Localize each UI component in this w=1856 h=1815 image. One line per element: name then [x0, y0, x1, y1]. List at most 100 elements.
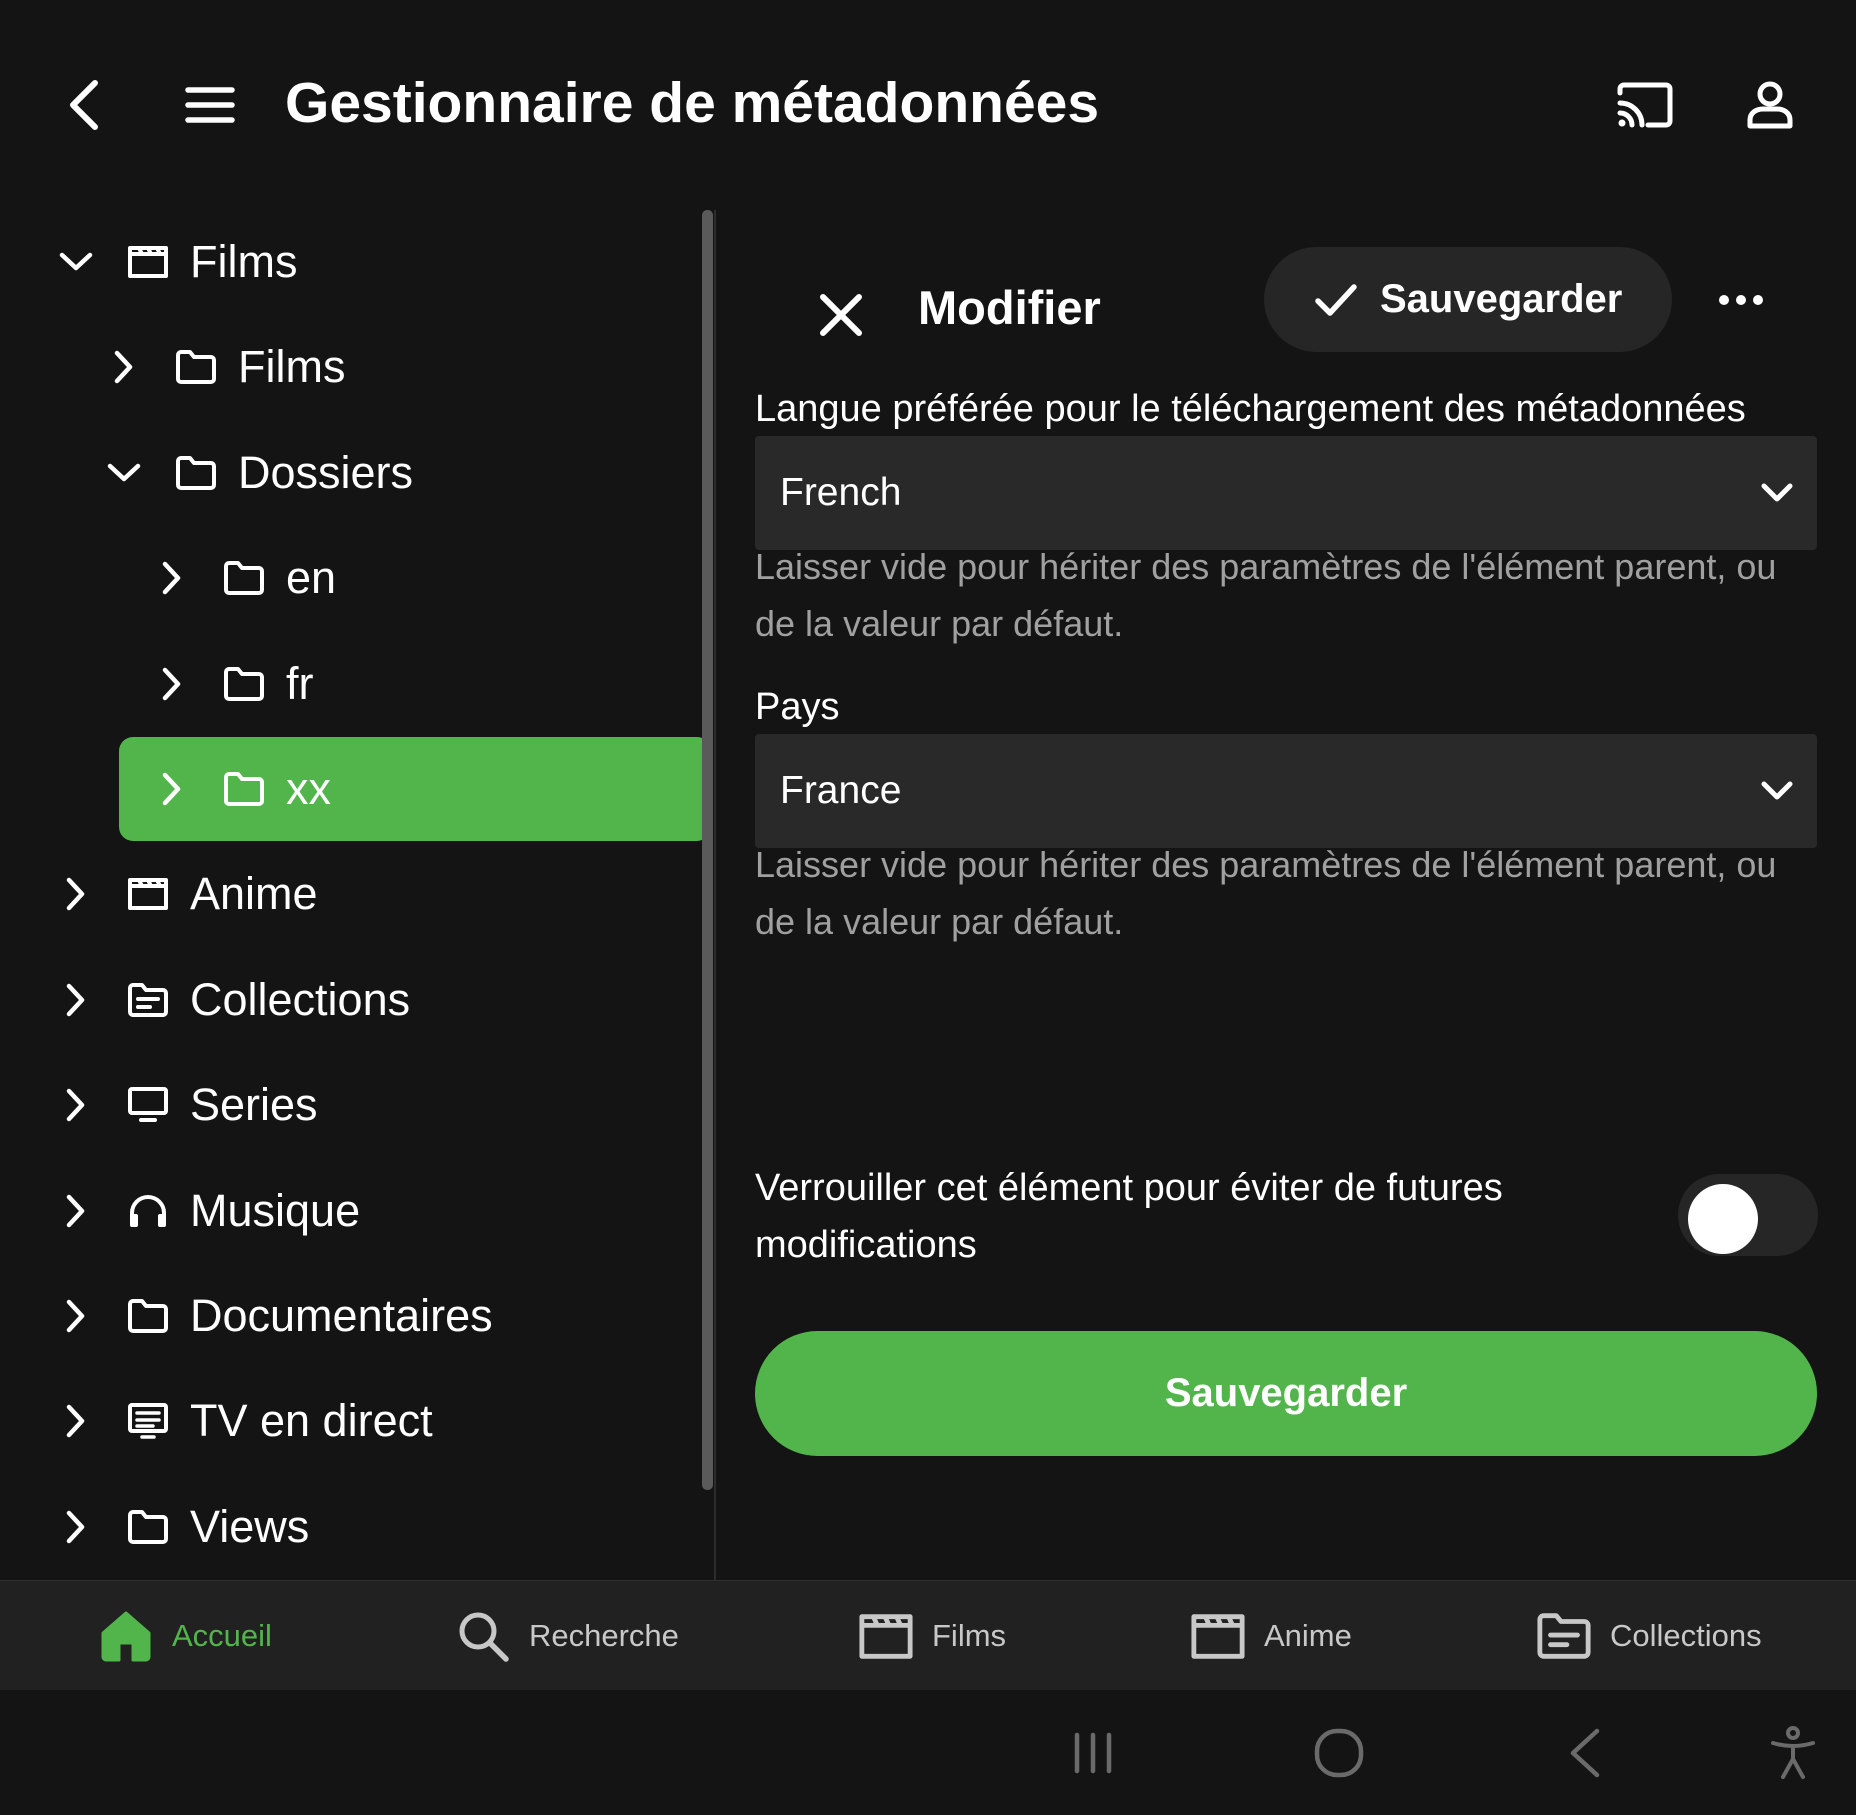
cast-icon[interactable] [1610, 70, 1680, 140]
live-tv-icon [126, 1399, 170, 1443]
chevron-right-icon[interactable] [56, 980, 96, 1020]
tree-item-tv-en-direct[interactable]: TV en direct [56, 1369, 433, 1473]
folder-icon [126, 1294, 170, 1338]
editor-title: Modifier [918, 281, 1101, 334]
search-icon [455, 1608, 511, 1664]
accessibility-icon[interactable] [1748, 1690, 1838, 1815]
tree-item-xx[interactable]: xx [119, 737, 711, 841]
chevron-right-icon[interactable] [56, 1191, 96, 1231]
nav-item-films[interactable]: Films [858, 1581, 1006, 1691]
home-icon [98, 1608, 154, 1664]
nav-item-label: Accueil [172, 1618, 272, 1653]
tv-icon [126, 1083, 170, 1127]
sidebar-scrollbar[interactable] [702, 210, 713, 1490]
more-options-icon[interactable] [1706, 265, 1776, 335]
chevron-right-icon[interactable] [104, 347, 144, 387]
tree-item-label: en [286, 552, 337, 604]
home-circle-icon[interactable] [1294, 1690, 1384, 1815]
checkmark-icon [1314, 282, 1358, 318]
tree-item-dossiers[interactable]: Dossiers [104, 421, 413, 525]
chevron-right-icon[interactable] [56, 1296, 96, 1336]
chevron-right-icon[interactable] [56, 1401, 96, 1441]
back-arrow-icon[interactable] [50, 60, 120, 150]
tree-item-label: Series [190, 1079, 318, 1131]
toggle-knob [1688, 1184, 1758, 1254]
country-select-value: France [780, 769, 902, 812]
tree-item-label: Anime [190, 868, 318, 920]
tree-item-label: xx [286, 763, 331, 814]
nav-item-label: Recherche [529, 1618, 679, 1653]
tree-item-en[interactable]: en [152, 526, 336, 630]
tree-item-collections[interactable]: Collections [56, 948, 410, 1052]
save-pill-button[interactable]: Sauvegarder [1264, 247, 1672, 352]
folder-icon [222, 767, 266, 811]
nav-item-label: Collections [1610, 1618, 1762, 1653]
movie-clapper-icon [858, 1608, 914, 1664]
country-label: Pays [755, 686, 840, 728]
close-icon[interactable] [796, 270, 886, 360]
language-label: Langue préférée pour le téléchargement d… [755, 388, 1746, 430]
tree-item-label: Documentaires [190, 1290, 493, 1341]
language-select[interactable]: French [755, 436, 1817, 550]
nav-item-label: Anime [1264, 1618, 1352, 1653]
tree-item-series[interactable]: Series [56, 1053, 318, 1157]
tree-item-views[interactable]: Views [56, 1475, 309, 1579]
nav-item-accueil[interactable]: Accueil [98, 1581, 272, 1691]
tree-item-films[interactable]: Films [56, 210, 297, 314]
chevron-down-icon [1757, 473, 1797, 513]
chevron-down-icon[interactable] [104, 453, 144, 493]
language-select-value: French [780, 471, 902, 514]
recent-apps-icon[interactable] [1048, 1690, 1138, 1815]
lock-label: Verrouiller cet élément pour éviter de f… [755, 1167, 1503, 1266]
save-pill-label: Sauvegarder [1380, 277, 1623, 321]
movie-clapper-icon [126, 240, 170, 284]
tree-item-label: TV en direct [190, 1395, 433, 1447]
system-back-icon[interactable] [1540, 1690, 1630, 1815]
tree-item-documentaires[interactable]: Documentaires [56, 1264, 493, 1368]
folder-icon [222, 556, 266, 600]
chevron-right-icon[interactable] [56, 874, 96, 914]
chevron-right-icon[interactable] [152, 558, 192, 598]
library-tree: Films Films Dossiers en fr xx Anime Collections… [0, 210, 715, 1580]
movie-clapper-icon [1190, 1608, 1246, 1664]
country-help-text: Laisser vide pour hériter des paramètres… [755, 844, 1777, 942]
lock-toggle[interactable] [1678, 1174, 1818, 1256]
tree-item-label: Views [190, 1500, 310, 1552]
page-title: Gestionnaire de métadonnées [285, 71, 1100, 135]
country-select[interactable]: France [755, 734, 1817, 848]
language-help-text: Laisser vide pour hériter des paramètres… [755, 546, 1777, 644]
folder-icon [174, 345, 218, 389]
nav-item-label: Films [932, 1618, 1007, 1653]
chevron-right-icon[interactable] [152, 769, 192, 809]
movie-clapper-icon [126, 872, 170, 916]
chevron-right-icon[interactable] [152, 664, 192, 704]
tree-item-anime[interactable]: Anime [56, 842, 318, 946]
tree-item-films[interactable]: Films [104, 315, 345, 419]
hamburger-menu-icon[interactable] [175, 70, 245, 140]
folder-icon [222, 662, 266, 706]
nav-item-anime[interactable]: Anime [1190, 1581, 1352, 1691]
chevron-down-icon[interactable] [56, 242, 96, 282]
tree-item-label: Collections [190, 973, 411, 1025]
bottom-navigation: Accueil Recherche Films Anime Collections [0, 1580, 1856, 1691]
folder-icon [126, 1505, 170, 1549]
nav-item-recherche[interactable]: Recherche [455, 1581, 679, 1691]
headphones-icon [126, 1189, 170, 1233]
save-button-label: Sauvegarder [1164, 1371, 1408, 1415]
collections-folder-icon [126, 978, 170, 1022]
metadata-editor: Modifier Sauvegarder Langue préférée pou… [716, 210, 1856, 1580]
tree-item-label: Films [190, 236, 298, 287]
tree-item-fr[interactable]: fr [152, 632, 314, 736]
tree-item-label: Dossiers [238, 446, 414, 498]
tree-item-label: fr [286, 657, 314, 709]
chevron-right-icon[interactable] [56, 1085, 96, 1125]
app-header: Gestionnaire de métadonnées [0, 0, 1856, 210]
save-button[interactable]: Sauvegarder [755, 1331, 1817, 1456]
nav-item-collections[interactable]: Collections [1536, 1581, 1762, 1691]
collections-folder-icon [1536, 1608, 1592, 1664]
tree-item-label: Musique [190, 1184, 361, 1236]
tree-item-musique[interactable]: Musique [56, 1159, 360, 1263]
user-icon[interactable] [1735, 70, 1805, 140]
system-navigation-bar [0, 1690, 1856, 1815]
chevron-right-icon[interactable] [56, 1507, 96, 1547]
